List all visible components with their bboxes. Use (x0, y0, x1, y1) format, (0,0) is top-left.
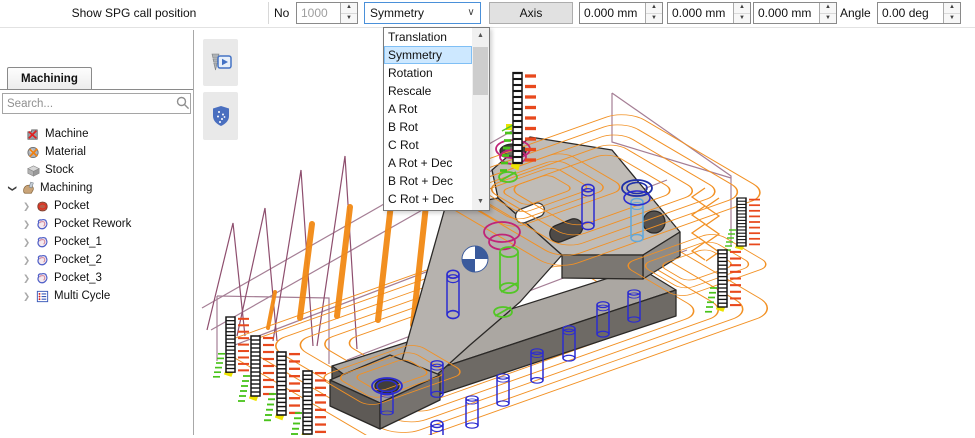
spin-up-button[interactable]: ▲ (646, 3, 662, 14)
tree-item-pocket[interactable]: ❯ Pocket (0, 197, 190, 215)
dropdown-item-translation[interactable]: Translation (384, 28, 472, 46)
magnifier-icon (176, 96, 190, 110)
viewport-canvas[interactable] (197, 30, 975, 435)
tree-item-pocket-2[interactable]: ❯ Pocket_2 (0, 251, 190, 269)
operations-tree: Machine Material Stock ❯ Machini (0, 125, 190, 305)
spin-down-button[interactable]: ▼ (341, 14, 357, 24)
offset-y-spinner: 0.000 mm ▲▼ (667, 2, 751, 24)
spin-up-button[interactable]: ▲ (341, 3, 357, 14)
panel-divider[interactable] (193, 30, 194, 435)
origin-marker (462, 246, 488, 272)
spg-number-value: 1000 (297, 3, 340, 23)
expander-collapsed-icon[interactable]: ❯ (22, 255, 31, 266)
tree-item-stock[interactable]: Stock (0, 161, 190, 179)
pocket-outline-icon (35, 253, 50, 268)
tab-strip-line (0, 89, 193, 90)
offset-x-spinner: 0.000 mm ▲▼ (579, 2, 663, 24)
transform-type-value: Symmetry (365, 3, 462, 23)
expander-collapsed-icon[interactable]: ❯ (22, 237, 31, 248)
tree-item-label: Machine (45, 128, 88, 140)
verification-button[interactable] (203, 92, 238, 140)
angle-label: Angle (840, 0, 875, 26)
transform-type-dropdown-list: Translation Symmetry Rotation Rescale A … (383, 27, 490, 211)
transform-type-combobox[interactable]: Symmetry ∨ (364, 2, 481, 24)
tree-item-label: Pocket_1 (54, 236, 102, 248)
tree-item-label: Pocket (54, 200, 89, 212)
chevron-up-icon[interactable]: ▲ (472, 28, 489, 44)
expander-collapsed-icon[interactable]: ❯ (22, 201, 31, 212)
chevron-down-icon: ∨ (462, 3, 480, 23)
tree-item-machining[interactable]: ❯ Machining (0, 179, 190, 197)
top-toolbar: Show SPG call position No 1000 ▲▼ Symmet… (0, 0, 975, 28)
tab-machining[interactable]: Machining (7, 67, 92, 90)
dropdown-item-a-rot-dec[interactable]: A Rot + Dec (384, 154, 472, 172)
scrollbar-thumb[interactable] (473, 47, 488, 95)
expander-collapsed-icon[interactable]: ❯ (22, 273, 31, 284)
spin-down-button[interactable]: ▼ (734, 14, 750, 24)
viewport-3d[interactable] (197, 30, 975, 435)
toolbar-separator (268, 2, 269, 24)
chevron-down-icon[interactable]: ▼ (472, 194, 489, 210)
spin-down-button[interactable]: ▼ (944, 14, 960, 24)
spin-up-button[interactable]: ▲ (944, 3, 960, 14)
tree-item-machine[interactable]: Machine (0, 125, 190, 143)
angle-spinner: 0.00 deg ▲▼ (877, 2, 961, 24)
dropdown-item-c-rot[interactable]: C Rot (384, 136, 472, 154)
dropdown-item-a-rot[interactable]: A Rot (384, 100, 472, 118)
angle-value[interactable]: 0.00 deg (878, 3, 943, 23)
dropdown-item-b-rot[interactable]: B Rot (384, 118, 472, 136)
tree-item-label: Multi Cycle (54, 290, 110, 302)
tree-item-label: Pocket Rework (54, 218, 131, 230)
dropdown-item-symmetry[interactable]: Symmetry (384, 46, 472, 64)
offset-y-value[interactable]: 0.000 mm (668, 3, 733, 23)
expander-expanded-icon[interactable]: ❯ (7, 184, 18, 193)
spin-up-button[interactable]: ▲ (820, 3, 836, 14)
tree-item-pocket-3[interactable]: ❯ Pocket_3 (0, 269, 190, 287)
no-label: No (274, 0, 294, 26)
pocket-outline-icon (35, 271, 50, 286)
tree-item-pocket-1[interactable]: ❯ Pocket_1 (0, 233, 190, 251)
spin-up-button[interactable]: ▲ (734, 3, 750, 14)
expander-collapsed-icon[interactable]: ❯ (22, 219, 31, 230)
pocket-icon (35, 199, 50, 214)
offset-x-value[interactable]: 0.000 mm (580, 3, 645, 23)
dropdown-item-rotation[interactable]: Rotation (384, 64, 472, 82)
offset-z-value[interactable]: 0.000 mm (754, 3, 819, 23)
stock-icon (26, 163, 41, 178)
tree-item-label: Stock (45, 164, 74, 176)
expander-collapsed-icon[interactable]: ❯ (22, 291, 31, 302)
dropdown-scrollbar[interactable]: ▲ ▼ (472, 28, 489, 210)
axis-button[interactable]: Axis (489, 2, 573, 24)
simulation-button[interactable] (203, 39, 238, 86)
multi-cycle-icon (35, 289, 50, 304)
dropdown-item-c-rot-dec[interactable]: C Rot + Dec (384, 190, 472, 208)
machine-icon (26, 127, 41, 142)
tree-item-label: Machining (40, 182, 92, 194)
dropdown-item-b-rot-dec[interactable]: B Rot + Dec (384, 172, 472, 190)
tool-simulation-icon (208, 51, 234, 75)
pocket-outline-icon (35, 217, 50, 232)
tree-item-pocket-rework[interactable]: ❯ Pocket Rework (0, 215, 190, 233)
tree-item-label: Pocket_2 (54, 254, 102, 266)
search-input[interactable] (2, 93, 191, 114)
app-window: { "toolbar": { "show_spg_label": "Show S… (0, 0, 975, 435)
tree-item-multi-cycle[interactable]: ❯ Multi Cycle (0, 287, 190, 305)
material-icon (26, 145, 41, 160)
tree-item-label: Material (45, 146, 86, 158)
pocket-outline-icon (35, 235, 50, 250)
tree-item-label: Pocket_3 (54, 272, 102, 284)
show-spg-call-position-button[interactable]: Show SPG call position (0, 0, 268, 26)
spg-number-spinner: 1000 ▲▼ (296, 2, 358, 24)
machining-sidebar: Machining Machine Material (0, 30, 194, 435)
shield-verification-icon (209, 104, 233, 128)
offset-z-spinner: 0.000 mm ▲▼ (753, 2, 837, 24)
spin-down-button[interactable]: ▼ (646, 14, 662, 24)
dropdown-item-rescale[interactable]: Rescale (384, 82, 472, 100)
spin-down-button[interactable]: ▼ (820, 14, 836, 24)
tree-item-material[interactable]: Material (0, 143, 190, 161)
machining-icon (21, 181, 36, 196)
